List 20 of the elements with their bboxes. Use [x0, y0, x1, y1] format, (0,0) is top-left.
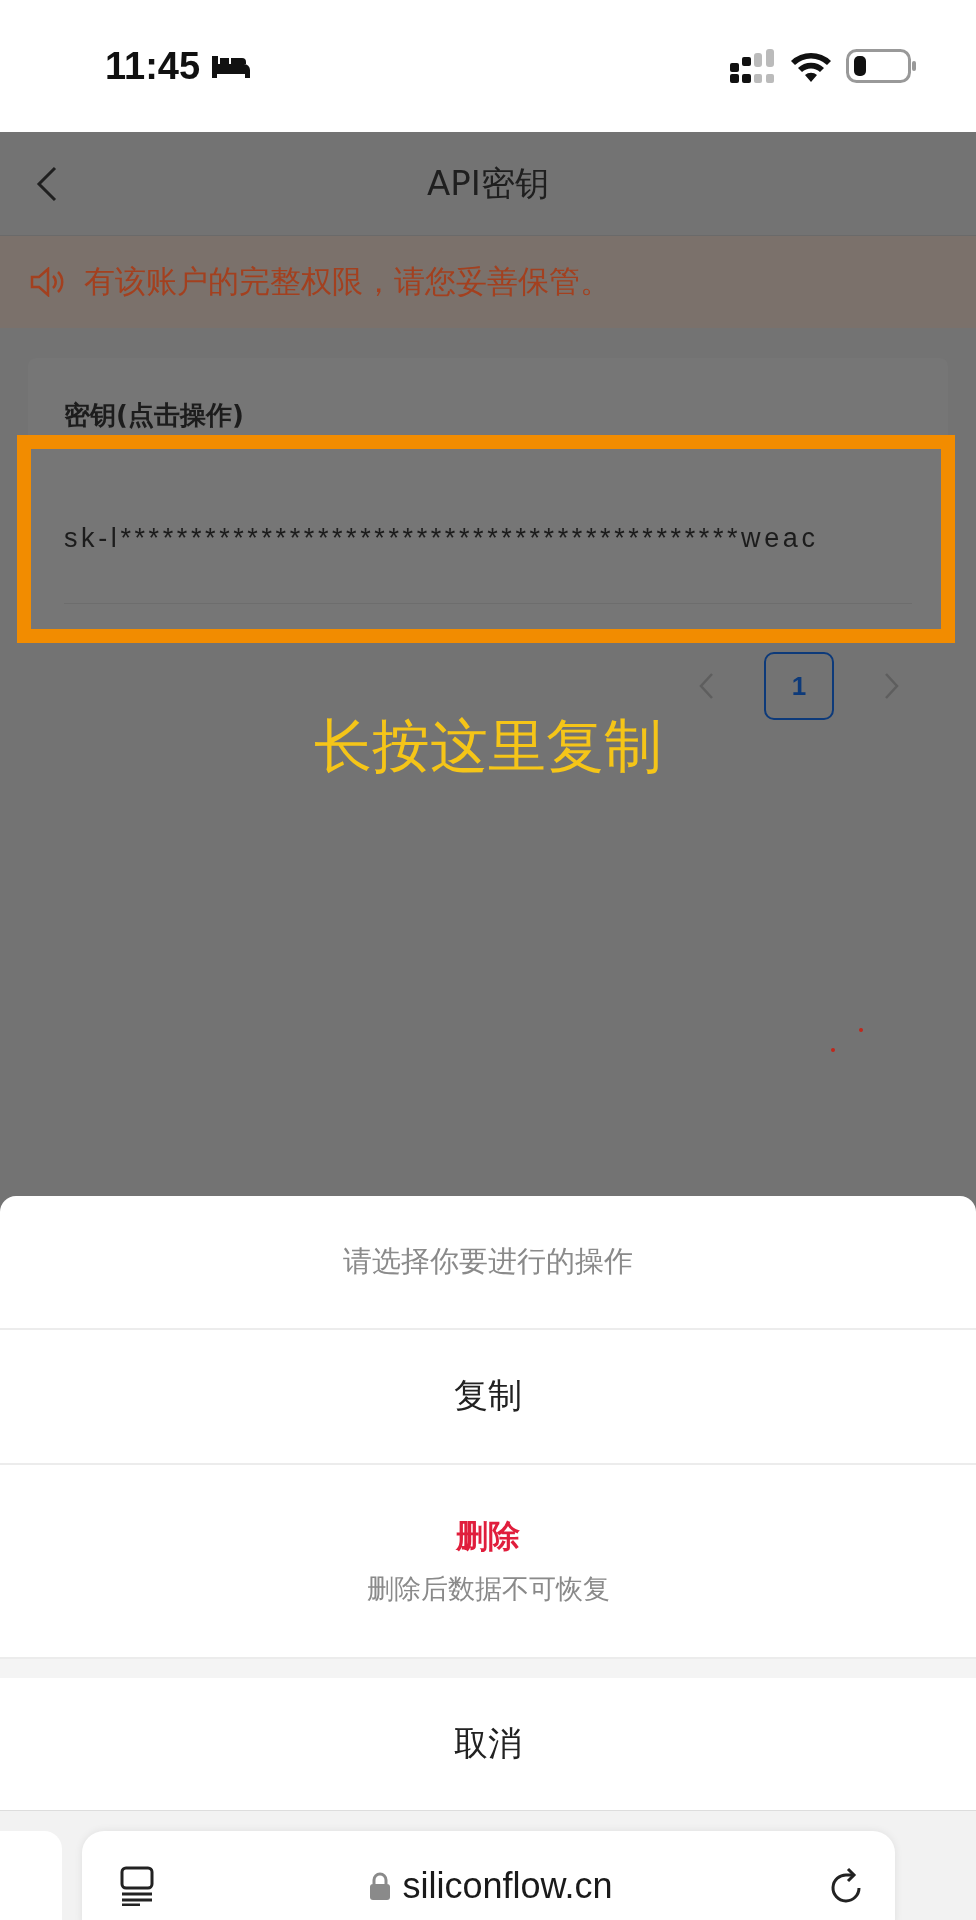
dot-mark	[859, 1028, 863, 1032]
page-title: API密钥	[427, 161, 549, 205]
status-time: 11:45	[105, 44, 201, 88]
notice-text: 有该账户的完整权限，请您妥善保管。	[84, 262, 611, 301]
delete-label[interactable]: 删除	[456, 1514, 520, 1559]
key-label: 密钥(点击操作)	[64, 399, 245, 432]
reader-icon[interactable]	[120, 1866, 154, 1906]
battery-icon	[846, 49, 916, 83]
signal-icon	[730, 49, 776, 83]
wifi-icon	[790, 50, 832, 82]
delete-description: 删除后数据不可恢复	[366, 1571, 610, 1606]
url-text[interactable]: siliconflow.cn	[402, 1865, 613, 1907]
dot-mark	[831, 1048, 835, 1052]
back-icon[interactable]	[36, 166, 58, 202]
address-bar[interactable]: siliconflow.cn	[82, 1831, 895, 1920]
lock-icon	[370, 1872, 391, 1900]
sheet-title: 请选择你要进行的操作	[343, 1242, 633, 1280]
annotation-text: 长按这里复制	[314, 712, 662, 780]
api-key[interactable]: sk-l********************************************weac	[64, 522, 819, 554]
speaker-icon	[30, 267, 66, 297]
